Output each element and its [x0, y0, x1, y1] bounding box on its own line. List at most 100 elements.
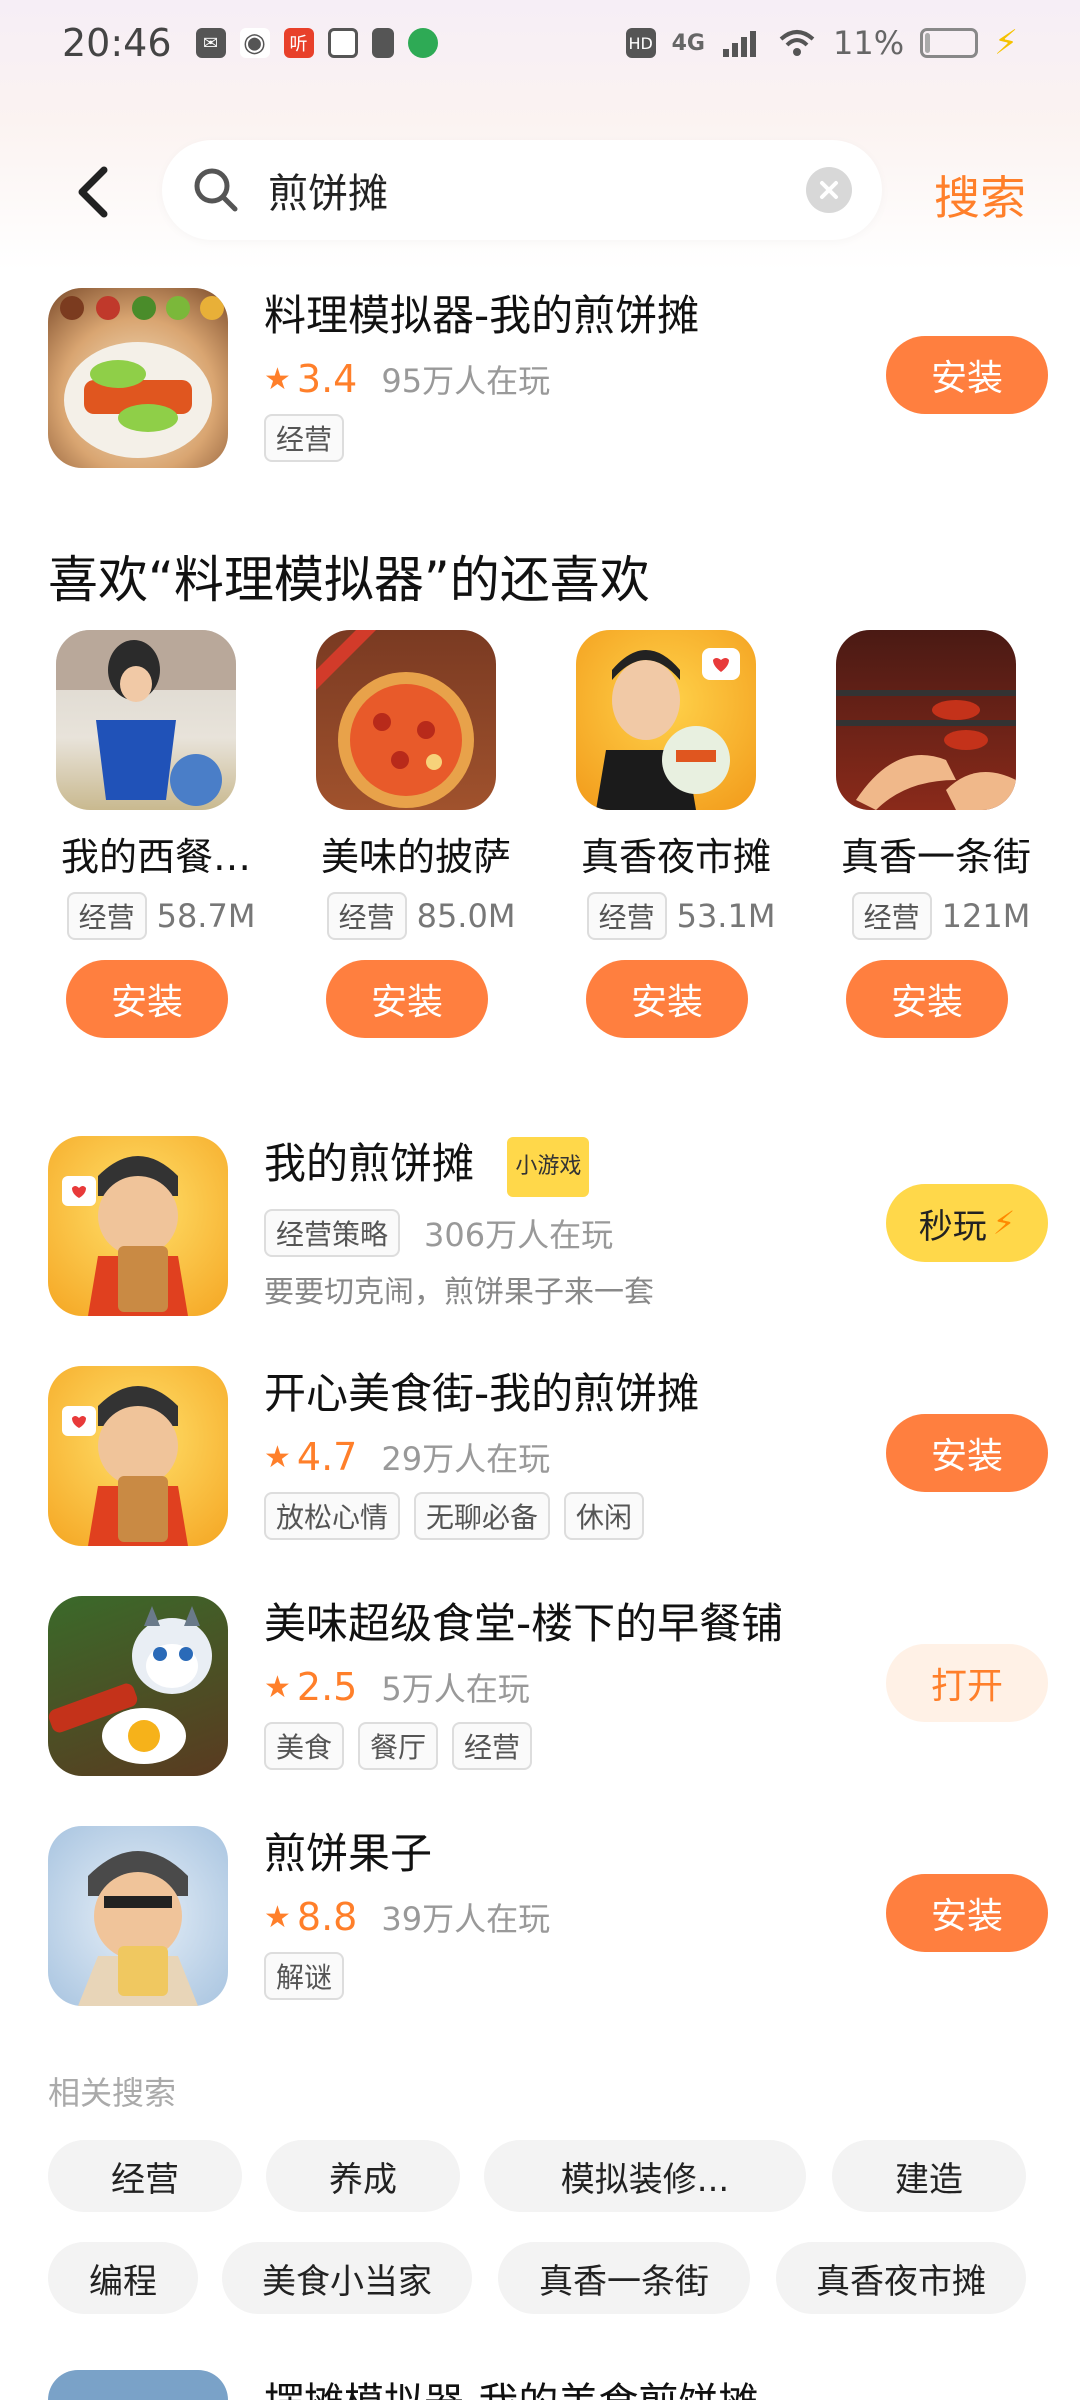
app-icon: [48, 1596, 228, 1776]
rating-value: 8.8: [296, 1895, 358, 1939]
install-button[interactable]: 安装: [846, 960, 1008, 1038]
recommendation-meta: 经营 121M: [826, 892, 1056, 940]
app-info: 开心美食街-我的煎饼摊 ★ 4.7 29万人在玩 放松心情 无聊必备 休闲: [264, 1366, 884, 1540]
search-query[interactable]: 煎饼摊: [268, 161, 806, 219]
app-icon: [576, 630, 756, 810]
recommendation-grid: 我的西餐… 经营 58.7M 安装 美味的披萨 经营 85.0M 安装 真香夜市…: [36, 630, 1056, 1050]
recommendation-item[interactable]: 真香夜市摊 经营 53.1M 安装: [556, 630, 796, 1050]
open-button[interactable]: 打开: [886, 1644, 1048, 1722]
tag: 经营: [66, 892, 147, 940]
app-info: 料理模拟器-我的煎饼摊 ★ 3.4 95万人在玩 经营: [264, 288, 884, 462]
star-icon: ★: [264, 361, 291, 397]
tag: 经营: [586, 892, 667, 940]
recommendation-name: 真香夜市摊: [580, 835, 771, 879]
rating-line: ★ 4.7 29万人在玩: [264, 1434, 884, 1480]
install-button[interactable]: 安装: [886, 336, 1048, 414]
close-icon: [820, 181, 838, 199]
install-button[interactable]: 安装: [886, 1874, 1048, 1952]
night-market-character-icon: [596, 648, 740, 810]
related-search-chip[interactable]: 真香一条街: [498, 2242, 750, 2314]
recommendation-item[interactable]: 美味的披萨 经营 85.0M 安装: [296, 630, 536, 1050]
app-title: 煎饼果子: [264, 1829, 433, 1878]
recommendation-item[interactable]: 我的西餐… 经营 58.7M 安装: [36, 630, 276, 1050]
result-row[interactable]: 美味超级食堂-楼下的早餐铺 ★ 2.5 5万人在玩 美食 餐厅 经营 打开: [48, 1596, 1048, 1786]
status-bar: 20:46 ✉ ◉ 听 HD 4G 11% ⚡: [0, 0, 1080, 86]
wifi-icon: [779, 30, 815, 56]
charging-icon: ⚡: [994, 23, 1018, 63]
app-icon: [48, 288, 228, 468]
instant-play-button[interactable]: 秒玩 ⚡: [886, 1184, 1048, 1262]
signal-icon: [723, 31, 756, 57]
install-button[interactable]: 安装: [326, 960, 488, 1038]
rating-value: 3.4: [296, 357, 358, 401]
recommendation-meta: 经营 58.7M: [46, 892, 276, 940]
clear-button[interactable]: [806, 167, 852, 213]
tag: 解谜: [264, 1952, 345, 2000]
battery-icon: [920, 28, 979, 58]
star-icon: ★: [264, 1899, 291, 1935]
listen-app-icon: 听: [283, 28, 314, 58]
app-info: 我的煎饼摊 小游戏 经营策略 306万人在玩 要要切克闹，煎饼果子来一套: [264, 1136, 884, 1311]
app-icon: [316, 630, 496, 810]
tag: 经营策略: [264, 1208, 401, 1257]
search-input[interactable]: 煎饼摊: [162, 140, 882, 240]
tag: 经营: [264, 414, 345, 462]
battery-level: [925, 33, 931, 53]
result-row[interactable]: 煎饼果子 ★ 8.8 39万人在玩 解谜 安装: [48, 1826, 1048, 2016]
chevron-left-icon: [78, 166, 108, 218]
tag: 餐厅: [358, 1722, 439, 1770]
player-count: 39万人在玩: [381, 1900, 551, 1938]
player-count: 95万人在玩: [381, 362, 551, 400]
recommendation-item[interactable]: 真香一条街 经营 121M 安装: [816, 630, 1056, 1050]
result-row[interactable]: 开心美食街-我的煎饼摊 ★ 4.7 29万人在玩 放松心情 无聊必备 休闲 安装: [48, 1366, 1048, 1556]
tag: 经营: [326, 892, 407, 940]
rating-line: ★ 2.5 5万人在玩: [264, 1664, 884, 1710]
app-info: 煎饼果子 ★ 8.8 39万人在玩 解谜: [264, 1826, 884, 2000]
app-size: 85.0M: [416, 897, 516, 935]
install-button[interactable]: 安装: [66, 960, 228, 1038]
related-search-chip[interactable]: 经营: [48, 2140, 242, 2212]
app-size: 58.7M: [156, 897, 256, 935]
app-title: 料理模拟器-我的煎饼摊: [264, 291, 700, 340]
search-button[interactable]: 搜索: [934, 162, 1026, 228]
app-icon: [48, 2370, 228, 2400]
app-icon: [56, 630, 236, 810]
related-search-chip[interactable]: 养成: [266, 2140, 460, 2212]
recommendation-name: 美味的披萨: [320, 835, 511, 879]
top-result-row[interactable]: 料理模拟器-我的煎饼摊 ★ 3.4 95万人在玩 经营 安装: [48, 288, 1048, 478]
pancake-plate-icon: [60, 296, 224, 458]
result-row[interactable]: 我的煎饼摊 小游戏 经营策略 306万人在玩 要要切克闹，煎饼果子来一套 秒玩 …: [48, 1136, 1048, 1326]
related-search-chip[interactable]: 模拟装修...: [484, 2140, 806, 2212]
tv-icon: [327, 28, 358, 58]
status-right: HD 4G 11% ⚡: [625, 23, 1018, 63]
app-info: 美味超级食堂-楼下的早餐铺 ★ 2.5 5万人在玩 美食 餐厅 经营: [264, 1596, 884, 1770]
related-search-chip[interactable]: 建造: [832, 2140, 1026, 2212]
status-time: 20:46: [62, 21, 172, 65]
app-title: 美味超级食堂-楼下的早餐铺: [264, 1599, 784, 1648]
back-button[interactable]: [62, 162, 122, 222]
tag-list: 经营: [264, 414, 884, 462]
pancake-eater-icon: [78, 1851, 198, 2006]
app-icon: [48, 1366, 228, 1546]
related-search-chip[interactable]: 美食小当家: [222, 2242, 472, 2314]
section-title: 喜欢“料理模拟器”的还喜欢: [48, 551, 650, 609]
app-icon: [48, 1826, 228, 2006]
app-description: 要要切克闹，煎饼果子来一套: [264, 1274, 654, 1310]
tag: 放松心情: [264, 1492, 401, 1540]
install-button[interactable]: 安装: [886, 1414, 1048, 1492]
wechat-icon: ◉: [239, 28, 270, 58]
partial-result-row[interactable]: 摆摊模拟器-我的美食煎饼摊: [48, 2370, 1048, 2400]
app-title: 摆摊模拟器-我的美食煎饼摊: [264, 2370, 758, 2400]
lightning-icon: ⚡: [992, 1204, 1016, 1242]
tag-list: 解谜: [264, 1952, 884, 2000]
pancake-vendor-icon: [62, 1156, 188, 1316]
related-search-chip[interactable]: 编程: [48, 2242, 198, 2314]
app-size: 53.1M: [676, 897, 776, 935]
rating-line: ★ 8.8 39万人在玩: [264, 1894, 884, 1940]
search-icon: [194, 168, 238, 212]
tag: 美食: [264, 1722, 345, 1770]
install-button[interactable]: 安装: [586, 960, 748, 1038]
breakfast-husky-icon: [48, 1606, 212, 1764]
related-search-chip[interactable]: 真香夜市摊: [776, 2242, 1026, 2314]
star-icon: ★: [264, 1439, 291, 1475]
